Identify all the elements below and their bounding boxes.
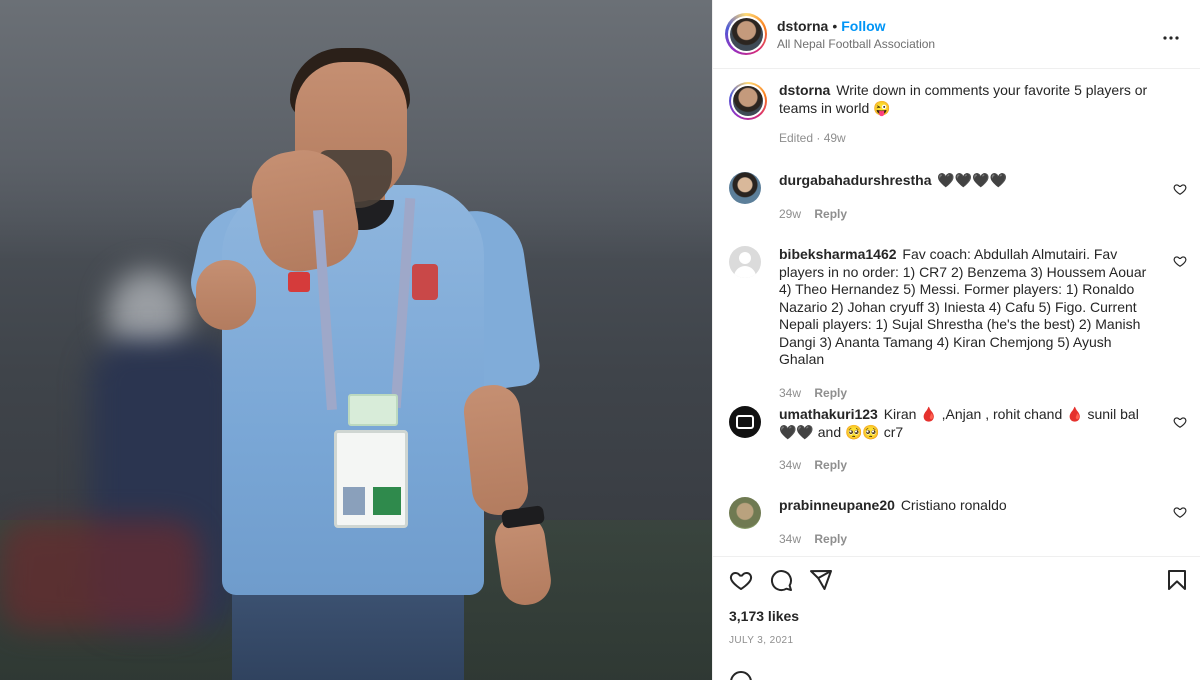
comment-avatar[interactable] bbox=[729, 246, 761, 278]
comment-item: bibeksharma1462 Fav coach: Abdullah Almu… bbox=[729, 246, 1189, 400]
comment-time[interactable]: 34w bbox=[779, 532, 801, 546]
reply-button[interactable]: Reply bbox=[814, 458, 847, 472]
comment-item: umathakuri123 Kiran 🩸 ,Anjan , rohit cha… bbox=[729, 406, 1189, 472]
caption-text: Write down in comments your favorite 5 p… bbox=[779, 82, 1148, 116]
post-date: JULY 3, 2021 bbox=[729, 635, 794, 646]
comment-time[interactable]: 29w bbox=[779, 207, 801, 221]
follow-button[interactable]: Follow bbox=[841, 18, 885, 34]
header-divider bbox=[713, 68, 1200, 69]
caption-username[interactable]: dstorna bbox=[779, 82, 830, 98]
avatar[interactable] bbox=[725, 13, 767, 55]
caption-edited: Edited bbox=[779, 131, 814, 145]
comment-like-heart-icon[interactable] bbox=[1173, 415, 1187, 429]
post-location[interactable]: All Nepal Football Association bbox=[777, 37, 935, 51]
caption: dstorna Write down in comments your favo… bbox=[729, 82, 1189, 145]
accreditation-badge bbox=[334, 430, 408, 528]
comment-time[interactable]: 34w bbox=[779, 458, 801, 472]
post-panel: dstorna • Follow All Nepal Football Associ… bbox=[712, 0, 1200, 680]
action-bar bbox=[729, 566, 1189, 594]
caption-time[interactable]: 49w bbox=[824, 131, 846, 145]
caption-avatar[interactable] bbox=[729, 82, 767, 120]
comment-text: Fav coach: Abdullah Almutairi. Fav playe… bbox=[779, 246, 1147, 367]
separator-dot: • bbox=[832, 17, 838, 34]
caption-avatar-image bbox=[733, 86, 763, 116]
coach-right-hand bbox=[491, 511, 555, 609]
reply-button[interactable]: Reply bbox=[814, 532, 847, 546]
post-username[interactable]: dstorna bbox=[777, 18, 828, 34]
comment-avatar[interactable] bbox=[729, 497, 761, 529]
comment-text: 🖤🖤🖤🖤 bbox=[937, 172, 1008, 188]
lanyard-tag bbox=[348, 394, 398, 426]
comment-avatar[interactable] bbox=[729, 172, 761, 204]
comment-item: durgabahadurshrestha 🖤🖤🖤🖤 29w Reply bbox=[729, 172, 1189, 221]
comment-username[interactable]: bibeksharma1462 bbox=[779, 246, 897, 262]
comment-like-heart-icon[interactable] bbox=[1173, 182, 1187, 196]
comment-username[interactable]: umathakuri123 bbox=[779, 406, 878, 422]
bookmark-icon[interactable] bbox=[1165, 568, 1189, 592]
badge-team-official-tag bbox=[373, 487, 401, 515]
comment-username[interactable]: durgabahadurshrestha bbox=[779, 172, 931, 188]
crest-logo bbox=[412, 264, 438, 300]
comment-icon[interactable] bbox=[769, 568, 793, 592]
coach-figure bbox=[0, 0, 712, 680]
comment-username[interactable]: prabinneupane20 bbox=[779, 497, 895, 513]
post-photo[interactable] bbox=[0, 0, 712, 680]
heart-icon[interactable] bbox=[729, 568, 753, 592]
emoji-icon[interactable] bbox=[729, 670, 753, 680]
comment-time[interactable]: 34w bbox=[779, 386, 801, 400]
post-header: dstorna • Follow All Nepal Football Associ… bbox=[725, 12, 1191, 56]
sponsor-logo bbox=[288, 272, 310, 292]
more-options-icon[interactable] bbox=[1159, 26, 1183, 56]
reply-button[interactable]: Reply bbox=[814, 386, 847, 400]
comments-divider bbox=[713, 556, 1200, 557]
comment-like-heart-icon[interactable] bbox=[1173, 254, 1187, 268]
likes-count[interactable]: 3,173 likes bbox=[729, 608, 799, 624]
comment-avatar[interactable] bbox=[729, 406, 761, 438]
coach-left-arm bbox=[196, 260, 256, 330]
avatar-image bbox=[729, 17, 763, 51]
reply-button[interactable]: Reply bbox=[814, 207, 847, 221]
comment-text: Cristiano ronaldo bbox=[900, 497, 1007, 513]
share-icon[interactable] bbox=[809, 568, 833, 592]
comment-item: prabinneupane20 Cristiano ronaldo 34w Re… bbox=[729, 497, 1189, 546]
badge-photo bbox=[343, 487, 365, 515]
comment-like-heart-icon[interactable] bbox=[1173, 505, 1187, 519]
